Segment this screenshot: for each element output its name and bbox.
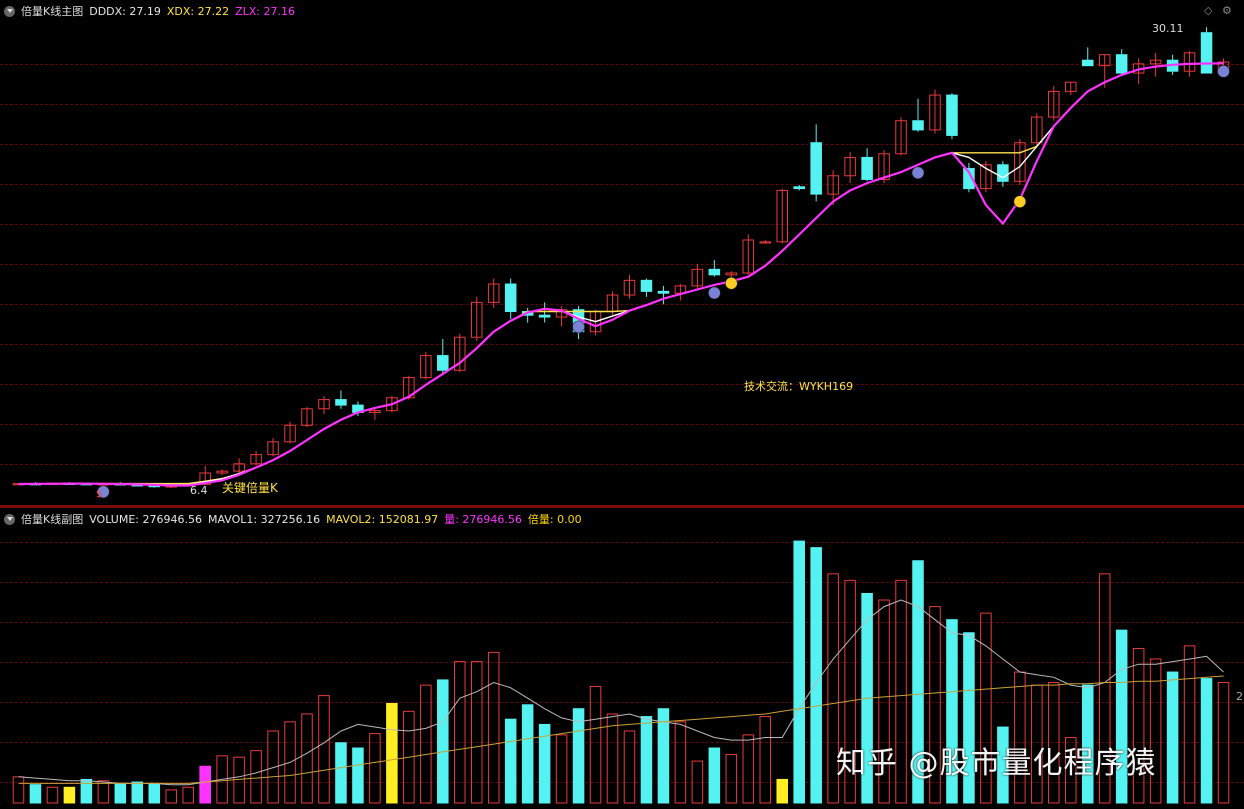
volume-bar-down: [1200, 678, 1213, 804]
signal-face-icon: [725, 276, 738, 290]
volume-bar-down: [1166, 671, 1179, 804]
volume-bar-down: [504, 718, 517, 804]
volume-bar-down: [29, 784, 42, 804]
candle-down: [861, 156, 873, 180]
dollar-marker: $: [96, 489, 103, 500]
candle-down: [538, 314, 551, 318]
volume-bar-up: [318, 695, 330, 804]
volume-bar-up: [454, 661, 466, 804]
legend-beiliang: 倍量: 0.00: [527, 513, 582, 526]
volume-bar-down: [572, 708, 585, 804]
signal-label: 关键倍量K: [222, 481, 278, 495]
double-volume-bar: [63, 786, 76, 804]
volume-bar-up: [1183, 645, 1196, 804]
volume-bar-up: [46, 786, 59, 804]
candle-down: [437, 355, 449, 371]
volume-bar-down: [335, 742, 347, 804]
xdx-line: [18, 62, 1224, 485]
candle-down: [1200, 32, 1213, 74]
double-volume-bar: [776, 778, 788, 804]
volume-bar-down: [148, 782, 161, 804]
candle-down: [708, 268, 721, 276]
candle-down: [1115, 54, 1128, 74]
volume-bar-down: [114, 782, 127, 804]
volume-bar-up: [742, 734, 755, 804]
main-legend: 倍量K线主图 DDDX: 27.19 XDX: 27.22 ZLX: 27.16: [4, 3, 295, 19]
volume-bar-down: [352, 747, 364, 804]
volume-bar-down: [437, 679, 449, 804]
signal-face-icon: [1013, 195, 1027, 208]
candle-down: [810, 142, 822, 195]
double-volume-bar: [386, 702, 398, 804]
candle-down: [657, 290, 670, 294]
candlestick-chart: [12, 27, 1230, 499]
diamond-icon[interactable]: ◇: [1204, 4, 1212, 17]
panel-menu-icon[interactable]: [4, 513, 15, 525]
volume-bar-up: [589, 685, 602, 804]
legend-dddx: DDDX: 27.19: [89, 4, 161, 18]
volume-bar-up: [250, 750, 262, 804]
watermark: 知乎 @股市量化程序猿: [836, 746, 1157, 781]
volume-bar-down: [640, 716, 653, 804]
volume-bar-up: [623, 730, 636, 804]
legend-mavol1: MAVOL1: 327256.16: [207, 512, 321, 526]
main-chart-panel[interactable]: 倍量K线主图 DDDX: 27.19 XDX: 27.22 ZLX: 27.16…: [0, 0, 1244, 505]
volume-bar-up: [1217, 682, 1230, 804]
legend-volume: VOLUME: 276946.56: [89, 512, 202, 526]
volume-bar-up: [165, 789, 177, 804]
sub-legend: 倍量K线副图 VOLUME: 276946.56 MAVOL1: 327256.…: [4, 511, 582, 527]
volume-bar-up: [470, 661, 483, 804]
volume-bar-up: [725, 754, 738, 804]
volume-bar-up: [555, 734, 568, 804]
dddx-line: [18, 62, 1224, 486]
volume-bar-up: [369, 733, 381, 804]
volume-bar-up: [97, 780, 110, 804]
candle-down: [1081, 59, 1094, 67]
signal-face-icon: [572, 320, 585, 334]
zlx-line: [18, 62, 1224, 487]
candle-down: [504, 283, 517, 313]
volume-bar-up: [674, 721, 687, 804]
contact-annotation: 技术交流：WYKH169: [744, 380, 854, 393]
volume-bar-up: [759, 716, 772, 804]
volume-bar-up: [420, 684, 432, 804]
volume-bar-up: [182, 786, 194, 804]
volume-bar-down: [131, 781, 144, 804]
legend-mavol2: MAVOL2: 152081.97: [326, 512, 439, 526]
low-price-label: 6.4: [190, 484, 208, 497]
settings-icon[interactable]: ⚙: [1222, 4, 1232, 17]
volume-bar-down: [810, 547, 822, 804]
sub-title: 倍量K线副图: [21, 513, 84, 526]
legend-xdx: XDX: 27.22: [166, 4, 230, 18]
candle-down: [640, 279, 653, 292]
candle-down: [335, 399, 347, 406]
volume-bar-up: [487, 651, 500, 804]
main-title: 倍量K线主图: [21, 5, 84, 18]
signal-face-icon: [911, 166, 925, 180]
volume-bar-down: [708, 747, 721, 804]
signal-face-icon: [708, 286, 721, 300]
candle-down: [946, 94, 958, 136]
candle-down: [793, 186, 805, 190]
volume-bar-up: [691, 760, 704, 804]
legend-zlx: ZLX: 27.16: [235, 4, 296, 18]
volume-bar-down: [521, 704, 534, 804]
volume-bar-up: [12, 776, 25, 804]
high-price-label: 30.11: [1152, 22, 1184, 35]
panel-menu-icon[interactable]: [4, 5, 15, 17]
signal-face-icon: [1217, 65, 1230, 78]
legend-liang: 量: 276946.56: [444, 513, 522, 526]
candle-down: [997, 164, 1009, 182]
axis-label: 2: [1236, 690, 1243, 703]
volume-bar-down: [793, 540, 805, 804]
volume-bar-up: [301, 713, 313, 804]
signal-volume-bar: [199, 765, 211, 804]
candle-down: [912, 120, 924, 131]
volume-bar-up: [606, 713, 619, 804]
